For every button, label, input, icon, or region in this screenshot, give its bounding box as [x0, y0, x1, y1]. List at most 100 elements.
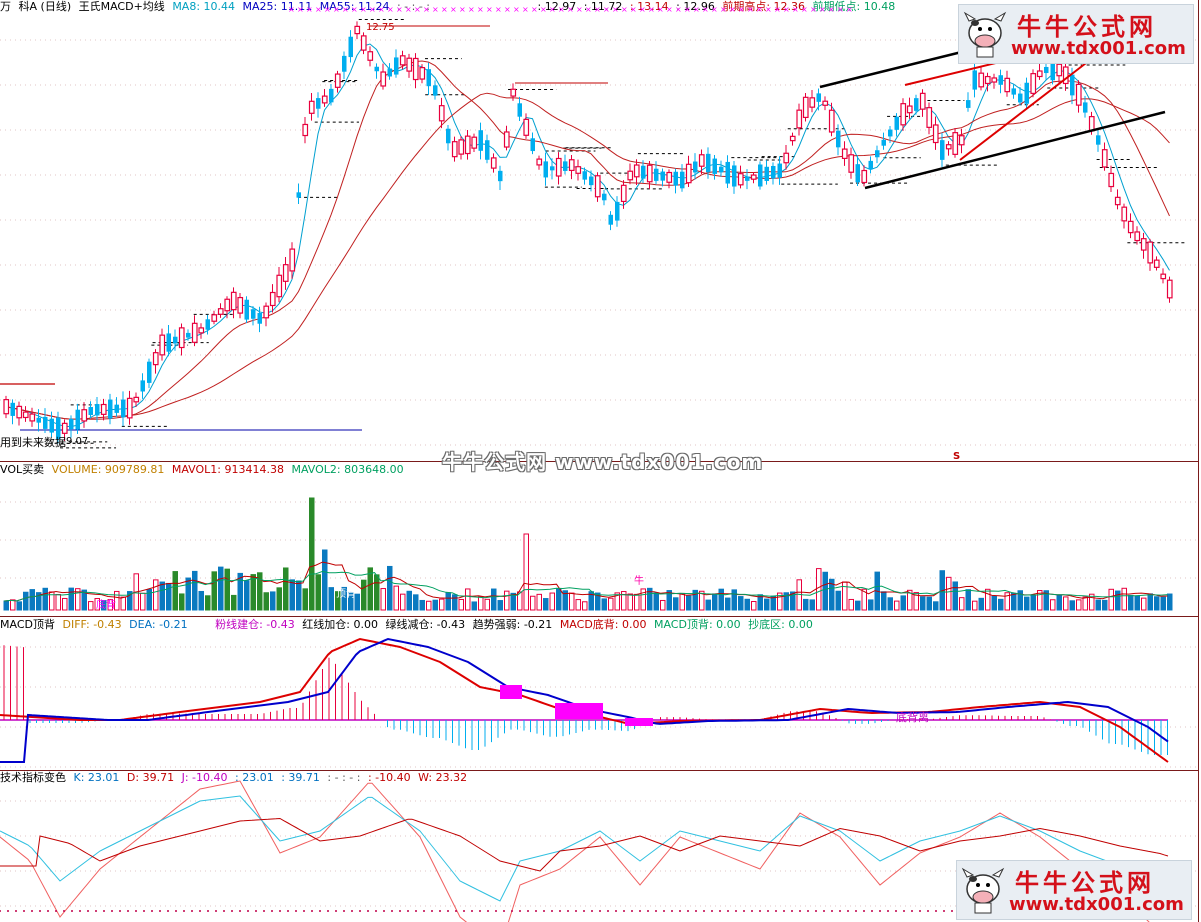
volume-bar [725, 597, 731, 611]
candle-body-down [186, 332, 191, 338]
volume-bar [471, 601, 477, 611]
volume-bar [933, 601, 939, 611]
candle-body-down [660, 171, 665, 181]
candle-body-up [211, 314, 218, 322]
signal-marker: × [612, 5, 619, 14]
candle-body-up [952, 132, 959, 155]
signal-dot [423, 910, 425, 912]
volume-bar [62, 597, 68, 611]
signal-marker: × [675, 5, 682, 14]
volume-bar [1102, 599, 1108, 611]
candle-body-down [706, 153, 711, 173]
signal-dot [439, 910, 441, 912]
volume-bar [504, 590, 510, 611]
volume-bar [634, 593, 640, 611]
volume-panel[interactable]: VOL买卖 VOLUME: 909789.81 MAVOL1: 913414.3… [0, 462, 1198, 615]
low-price-label: 9.07 [66, 436, 88, 447]
candle-body-up [22, 411, 29, 419]
volume-bar [809, 599, 815, 611]
candle-body-down [881, 139, 886, 146]
signal-dot [823, 910, 825, 912]
volume-bar [543, 598, 549, 611]
candle-body-down [36, 417, 41, 423]
signal-marker: × [585, 5, 592, 14]
candle-body-up [503, 131, 510, 148]
volume-bar [985, 588, 991, 611]
volume-bar [244, 580, 250, 611]
signal-dot [679, 910, 681, 912]
candle-body-up [627, 170, 634, 181]
volume-bar [816, 568, 822, 611]
volume-bar [452, 594, 458, 611]
volume-bar [283, 567, 289, 611]
site-logo-bottom[interactable]: 牛牛公式网 www.tdx001.com [956, 860, 1192, 920]
candle-body-down [550, 166, 555, 171]
volume-bar [23, 591, 29, 611]
candlestick-chart[interactable]: × × × × × × × × × × × × × × × × × × × × × × × × × × × × × × × × × × × × × × × ×… [0, 0, 1198, 460]
volume-bar [263, 592, 269, 611]
signal-marker: × [522, 5, 529, 14]
signal-dot [791, 910, 793, 912]
logo-url: www.tdx001.com [1009, 894, 1184, 915]
sell-marker: S [953, 451, 960, 460]
volume-bar [679, 592, 685, 611]
signal-dot [55, 910, 57, 912]
signal-marker: × [495, 5, 502, 14]
volume-bar [946, 576, 952, 611]
signal-marker: × [594, 5, 601, 14]
volume-bar [484, 598, 490, 611]
volume-chart[interactable]: 顶背 牛 底背 [0, 462, 1198, 615]
signal-dot [415, 910, 417, 912]
signal-marker: × [567, 5, 574, 14]
volume-bar [10, 599, 16, 611]
candle-body-up [16, 405, 23, 419]
signal-dot [559, 910, 561, 912]
macd-panel[interactable]: MACD顶背 DIFF: -0.43 DEA: -0.21 粉线建仓: -0.4… [0, 617, 1198, 769]
signal-marker: × [603, 5, 610, 14]
volume-bar [868, 599, 874, 611]
signal-marker: × [324, 5, 331, 14]
signal-marker: × [639, 5, 646, 14]
candle-body-up [1088, 116, 1095, 132]
volume-bar [322, 549, 328, 611]
candle-body-up [828, 109, 835, 133]
volume-bar [920, 596, 926, 611]
candle-body-up [1147, 241, 1154, 264]
candle-body-up [510, 88, 517, 97]
signal-dot [199, 910, 201, 912]
volume-bar [848, 598, 854, 611]
site-logo-top[interactable]: 牛牛公式网 www.tdx001.com [958, 4, 1194, 64]
signal-marker: × [657, 5, 664, 14]
volume-bar [270, 591, 276, 611]
price-panel[interactable]: 万 科A (日线) 王氏MACD+均线 MA8: 10.44 MA25: 11.… [0, 0, 1198, 460]
signal-dot [207, 910, 209, 912]
candle-body-up [230, 291, 237, 311]
signal-dot [527, 910, 529, 912]
volume-bar [1011, 592, 1017, 611]
candle-body-down [517, 103, 522, 117]
candle-body-down [498, 170, 503, 182]
cow-icon [961, 867, 1005, 914]
candle-body-down [719, 166, 724, 173]
pink-build-zone [555, 703, 603, 719]
signal-dot [575, 910, 577, 912]
signal-marker: × [531, 5, 538, 14]
signal-dot [799, 910, 801, 912]
signal-dot [591, 910, 593, 912]
signal-marker: × [342, 5, 349, 14]
signal-dot [471, 910, 473, 912]
signal-dot [495, 910, 497, 912]
volume-bar [978, 597, 984, 611]
volume-bar [744, 598, 750, 611]
candle-body-up [178, 327, 185, 349]
candle-body-up [191, 322, 198, 343]
signal-dot [111, 910, 113, 912]
macd-chart[interactable]: 底背离 [0, 617, 1198, 769]
signal-dot [719, 910, 721, 912]
signal-dot [343, 910, 345, 912]
candle-body-up [900, 103, 907, 126]
candle-body-down [1018, 93, 1023, 103]
signal-dot [215, 910, 217, 912]
volume-bar [582, 601, 588, 611]
signal-marker: × [747, 5, 754, 14]
